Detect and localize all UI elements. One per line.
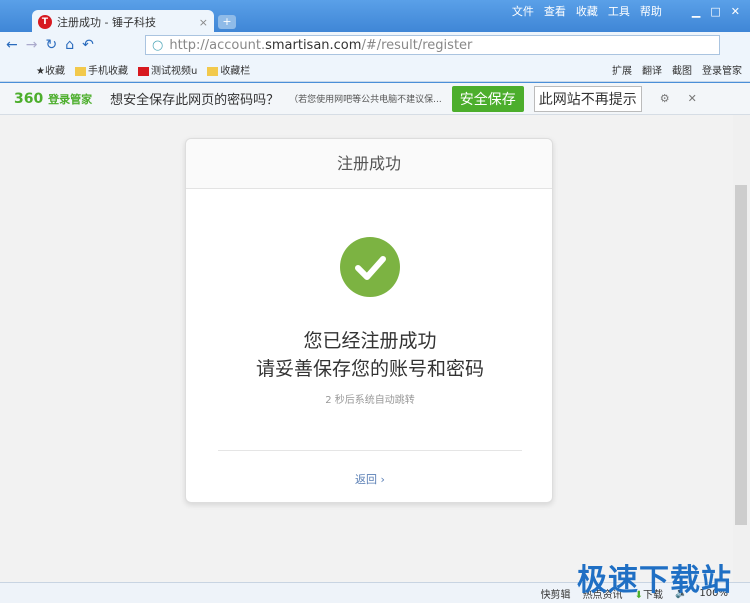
menu-bar: 文件 查看 收藏 工具 帮助 ▁ □ ✕	[512, 3, 740, 19]
redirect-note: 2 秒后系统自动跳转	[325, 395, 415, 406]
save-question: 想安全保存此网页的密码吗？	[110, 93, 280, 108]
login-manager-button[interactable]: 登录管家	[702, 62, 742, 77]
bookmark-item[interactable]: 测试视频u	[137, 62, 197, 77]
menu-item[interactable]: 工具	[608, 3, 630, 19]
menu-item[interactable]: 查看	[544, 3, 566, 19]
brand-logo: 360 登录管家	[14, 90, 93, 107]
extensions-button[interactable]: 扩展	[612, 62, 632, 77]
card-title: 注册成功	[186, 139, 552, 189]
tab-title: 注册成功 - 锤子科技	[57, 16, 156, 29]
url-suffix: /#/result/register	[361, 37, 473, 53]
bookmark-item[interactable]: 手机收藏	[74, 62, 128, 77]
success-message: 您已经注册成功 请妥善保存您的账号和密码	[255, 330, 484, 380]
tab-active[interactable]: T 注册成功 - 锤子科技 ×	[32, 10, 214, 34]
minimize-button[interactable]: ▁	[692, 5, 700, 18]
status-item[interactable]: 快剪辑	[541, 586, 571, 601]
refresh-icon[interactable]: ↻	[45, 37, 57, 53]
new-tab-button[interactable]: +	[218, 15, 236, 29]
save-note: （若您使用网吧等公共电脑不建议保...	[289, 95, 442, 105]
save-password-button[interactable]: 安全保存	[451, 85, 524, 112]
loading-icon: ○	[152, 37, 164, 53]
undo-icon[interactable]: ↶	[82, 37, 94, 53]
bookmark-item[interactable]: 收藏栏	[207, 62, 250, 77]
never-remind-button[interactable]: 此网站不再提示	[533, 85, 642, 112]
scrollbar-thumb[interactable]	[735, 185, 747, 525]
settings-icon[interactable]: ⚙	[660, 92, 670, 105]
site-favicon: T	[38, 15, 52, 29]
close-window-button[interactable]: ✕	[731, 5, 740, 18]
url-domain: smartisan.com	[265, 37, 362, 53]
success-check-icon	[340, 237, 400, 297]
menu-item[interactable]: 帮助	[640, 3, 662, 19]
home-icon[interactable]: ⌂	[65, 37, 74, 53]
screenshot-button[interactable]: 截图	[672, 62, 692, 77]
watermark: 极速下载站	[577, 563, 732, 598]
divider	[218, 450, 522, 451]
back-link[interactable]: 返回 ›	[186, 471, 554, 487]
close-bar-icon[interactable]: ✕	[688, 92, 697, 105]
password-save-bar: 360 登录管家 想安全保存此网页的密码吗？ （若您使用网吧等公共电脑不建议保.…	[0, 83, 750, 115]
forward-icon[interactable]: →	[26, 37, 38, 53]
translate-button[interactable]: 翻译	[642, 62, 662, 77]
bookmarks-bar: ★收藏 手机收藏 测试视频u 收藏栏 扩展 翻译 截图 登录管家	[0, 58, 750, 82]
menu-item[interactable]: 文件	[512, 3, 534, 19]
address-bar[interactable]: ○ http://account.smartisan.com/#/result/…	[145, 35, 720, 55]
url-prefix: http://account.	[169, 37, 266, 53]
result-card: 注册成功 您已经注册成功 请妥善保存您的账号和密码 2 秒后系统自动跳转 返回 ›	[185, 138, 553, 503]
maximize-button[interactable]: □	[710, 5, 720, 18]
menu-item[interactable]: 收藏	[576, 3, 598, 19]
close-tab-icon[interactable]: ×	[199, 16, 208, 29]
bookmark-item[interactable]: ★收藏	[36, 62, 65, 77]
back-icon[interactable]: ←	[6, 37, 18, 53]
